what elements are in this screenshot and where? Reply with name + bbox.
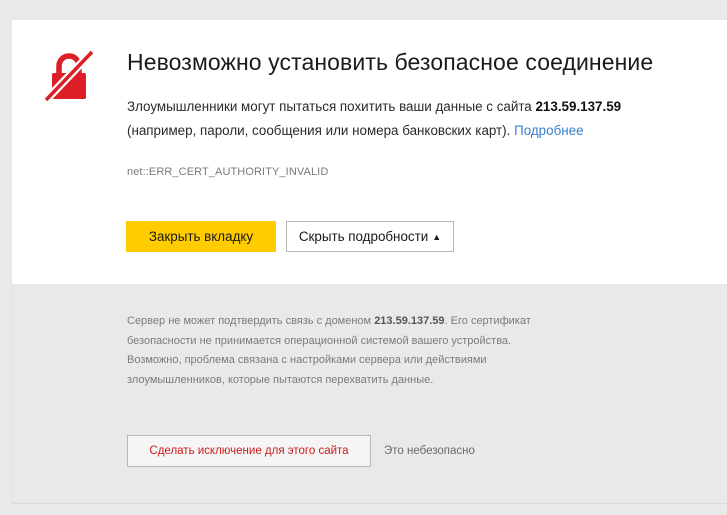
- close-tab-button[interactable]: Закрыть вкладку: [126, 221, 276, 252]
- site-host: 213.59.137.59: [535, 99, 622, 114]
- server-text-before: Сервер не может подтвердить связь с доме…: [127, 315, 375, 327]
- hide-details-button[interactable]: Скрыть подробности ▲: [286, 221, 454, 252]
- description-text-2: (например, пароли, сообщения или номера …: [127, 123, 515, 138]
- more-info-link[interactable]: Подробнее: [514, 123, 583, 138]
- triangle-up-icon: ▲: [432, 232, 442, 242]
- error-page: Невозможно установить безопасное соедине…: [0, 0, 727, 515]
- hide-details-label: Скрыть подробности: [298, 229, 429, 244]
- error-code: net::ERR_CERT_AUTHORITY_INVALID: [127, 166, 329, 178]
- description-text: Злоумышленники могут пытаться похитить в…: [127, 99, 536, 114]
- server-details-text: Сервер не может подтвердить связь с доме…: [127, 312, 547, 390]
- server-host: 213.59.137.59: [374, 315, 445, 327]
- unsafe-note: Это небезопасно: [384, 445, 475, 457]
- page-title: Невозможно установить безопасное соедине…: [127, 49, 654, 75]
- add-exception-button[interactable]: Сделать исключение для этого сайта: [127, 435, 371, 467]
- error-description: Злоумышленники могут пытаться похитить в…: [127, 95, 687, 143]
- broken-lock-icon: [43, 49, 95, 103]
